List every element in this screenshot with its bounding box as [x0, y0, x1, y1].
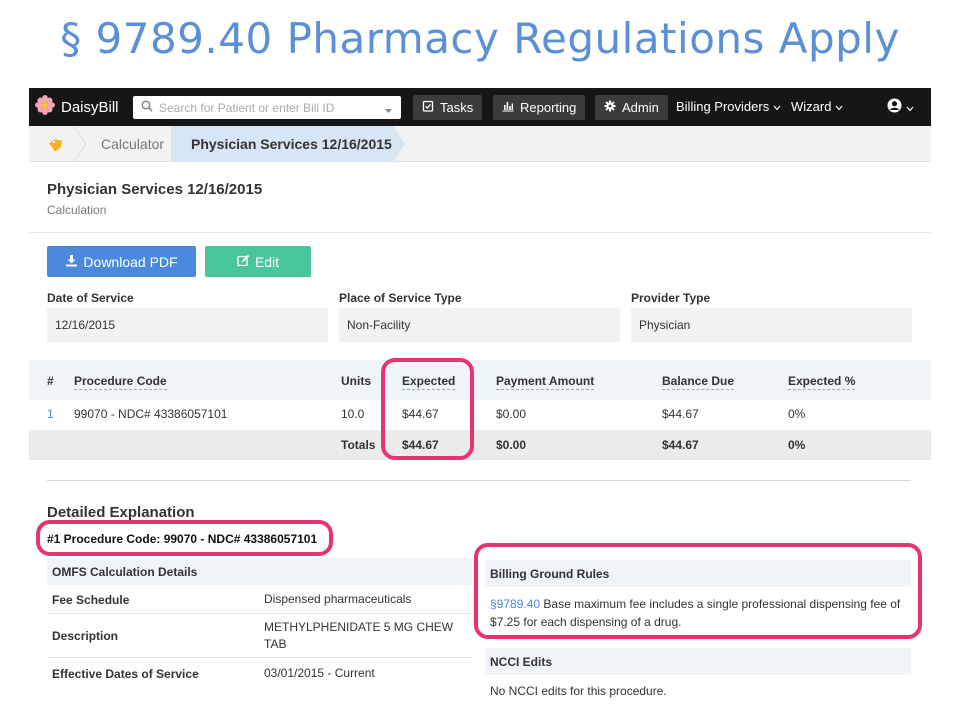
- download-icon: [65, 254, 83, 270]
- col-procedure-code[interactable]: Procedure Code: [74, 374, 167, 390]
- table-row: Fee Schedule Dispensed pharmaceuticals: [47, 585, 472, 614]
- slide-title: § 9789.40 Pharmacy Regulations Apply: [60, 14, 900, 63]
- breadcrumb-calculator[interactable]: Calculator: [101, 136, 164, 152]
- reporting-icon: [502, 100, 520, 115]
- billing-rules-highlight: [474, 543, 922, 639]
- chevron-down-icon: [773, 99, 781, 114]
- breadcrumb: Calculator Physician Services 12/16/2015: [29, 126, 931, 162]
- chevron-down-icon: [835, 99, 843, 114]
- tasks-label: Tasks: [440, 100, 474, 115]
- provider-type-value: Physician: [631, 308, 912, 342]
- omfs-header: OMFS Calculation Details: [47, 558, 472, 585]
- fee-schedule-value: Dispensed pharmaceuticals: [264, 592, 412, 606]
- date-of-service-value: 12/16/2015: [47, 308, 328, 342]
- row-payment: $0.00: [496, 407, 527, 421]
- chevron-down-icon: [906, 100, 914, 115]
- user-menu[interactable]: [887, 98, 914, 116]
- procedure-code-highlight: [36, 520, 333, 556]
- col-units: Units: [341, 374, 371, 388]
- place-of-service-value: Non-Facility: [339, 308, 620, 342]
- tasks-button[interactable]: Tasks: [413, 95, 483, 120]
- breadcrumb-current-label: Physician Services 12/16/2015: [191, 136, 392, 152]
- gear-icon: [604, 100, 622, 115]
- omfs-details-table: OMFS Calculation Details Fee Schedule Di…: [47, 558, 472, 688]
- ncci-edits-text: No NCCI edits for this procedure.: [490, 684, 667, 698]
- col-expected-pct[interactable]: Expected %: [788, 374, 856, 390]
- patient-search[interactable]: [133, 96, 401, 119]
- expected-highlight: [381, 358, 474, 460]
- search-icon: [141, 99, 153, 117]
- col-payment-amount[interactable]: Payment Amount: [496, 374, 595, 390]
- page-title: Physician Services 12/16/2015: [47, 181, 263, 198]
- table-row: Description METHYLPHENIDATE 5 MG CHEW TA…: [47, 614, 472, 658]
- col-number: #: [47, 374, 54, 388]
- wizard-label: Wizard: [791, 99, 832, 114]
- table-row: Effective Dates of Service 03/01/2015 - …: [47, 658, 472, 688]
- billing-providers-label: Billing Providers: [676, 99, 770, 114]
- page-subtitle: Calculation: [47, 203, 107, 217]
- download-pdf-label: Download PDF: [83, 253, 178, 270]
- brand-name: DaisyBill: [61, 98, 119, 116]
- row-balance: $44.67: [662, 407, 699, 421]
- totals-payment: $0.00: [496, 438, 527, 452]
- row-number-link[interactable]: 1: [47, 407, 54, 421]
- breadcrumb-home[interactable]: [29, 126, 91, 162]
- divider: [47, 480, 911, 481]
- row-procedure-code: 99070 - NDC# 43386057101: [74, 407, 228, 421]
- detailed-explanation-title: Detailed Explanation: [47, 504, 195, 521]
- date-of-service-label: Date of Service: [47, 291, 134, 305]
- user-icon: [887, 98, 902, 116]
- search-input[interactable]: [159, 100, 374, 115]
- fee-schedule-label: Fee Schedule: [52, 593, 130, 607]
- wizard-menu[interactable]: Wizard: [791, 99, 843, 114]
- edit-label: Edit: [254, 253, 280, 270]
- totals-label: Totals: [341, 438, 376, 452]
- reporting-label: Reporting: [520, 100, 577, 115]
- place-of-service-label: Place of Service Type: [339, 291, 462, 305]
- totals-balance: $44.67: [662, 438, 699, 452]
- totals-pct: 0%: [788, 438, 806, 452]
- row-units: 10.0: [341, 407, 365, 421]
- divider: [29, 232, 931, 233]
- top-navbar: DaisyBill Tasks Reporting: [29, 88, 931, 126]
- edit-button[interactable]: Edit: [205, 246, 311, 277]
- tasks-icon: [422, 100, 440, 115]
- reporting-button[interactable]: Reporting: [493, 95, 586, 120]
- row-expected-pct: 0%: [788, 407, 806, 421]
- billing-providers-menu[interactable]: Billing Providers: [676, 99, 781, 114]
- admin-label: Admin: [622, 100, 659, 115]
- col-balance-due[interactable]: Balance Due: [662, 374, 735, 390]
- admin-button[interactable]: Admin: [595, 95, 668, 120]
- download-pdf-button[interactable]: Download PDF: [47, 246, 196, 277]
- chevron-down-icon[interactable]: [384, 102, 393, 120]
- description-value: METHYLPHENIDATE 5 MG CHEW TAB: [264, 620, 454, 651]
- provider-type-label: Provider Type: [631, 291, 711, 305]
- brand-logo[interactable]: DaisyBill: [35, 94, 119, 120]
- breadcrumb-current: Physician Services 12/16/2015: [171, 126, 405, 162]
- effective-dates-value: 03/01/2015 - Current: [264, 666, 375, 680]
- ncci-edits-header: NCCI Edits: [485, 648, 911, 675]
- edit-icon: [237, 254, 255, 270]
- home-tag-icon: [49, 136, 65, 157]
- daisy-logo-icon: [35, 94, 55, 120]
- description-label: Description: [52, 629, 119, 643]
- effective-dates-label: Effective Dates of Service: [52, 667, 199, 681]
